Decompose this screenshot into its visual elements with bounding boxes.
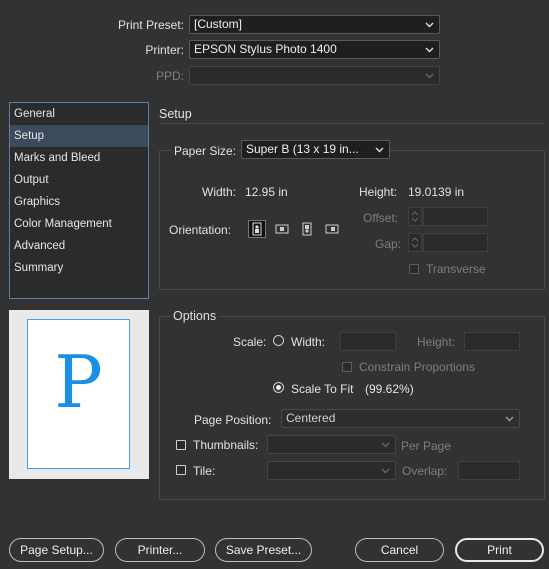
preview-page: P [27,319,130,469]
printer-value: EPSON Stylus Photo 1400 [194,42,337,56]
page-position-select[interactable]: Centered [281,409,520,428]
tile-select [267,461,396,480]
print-preview: P [9,310,149,479]
paper-size-select[interactable]: Super B (13 x 19 in... [241,140,390,159]
scale-height-field [464,332,520,351]
scale-to-fit-radio[interactable] [273,382,284,393]
sidebar-item-summary[interactable]: Summary [10,257,148,279]
gap-label: Gap: [375,237,402,251]
chevron-down-icon [380,436,390,453]
offset-stepper [408,207,422,226]
chevron-down-icon [374,141,384,158]
per-page-label: Per Page [401,439,452,453]
sidebar-item-setup[interactable]: Setup [10,125,148,147]
constrain-proportions-checkbox [342,362,352,372]
print-preset-value: [Custom] [194,17,243,31]
printer-label: Printer: [145,43,184,57]
page-position-value: Centered [286,411,336,425]
scale-width-field [340,332,396,351]
sidebar-item-graphics[interactable]: Graphics [10,191,148,213]
overlap-label: Overlap: [402,464,448,478]
scale-height-label: Height: [417,335,456,349]
transverse-checkbox [409,264,419,274]
sidebar-item-color-management[interactable]: Color Management [10,213,148,235]
cancel-button[interactable]: Cancel [355,538,444,562]
overlap-field [458,461,520,480]
sidebar: General Setup Marks and Bleed Output Gra… [9,102,149,299]
save-preset-button[interactable]: Save Preset... [215,538,312,562]
page-setup-button[interactable]: Page Setup... [9,538,104,562]
chevron-down-icon [424,16,434,33]
tile-label: Tile: [193,464,216,478]
constrain-proportions-label: Constrain Proportions [359,360,476,374]
scale-to-fit-value: (99.62%) [365,382,414,396]
gap-field [423,233,488,252]
options-section-title: Options [170,309,220,323]
paper-size-label: Paper Size: [172,144,239,158]
setup-section-title: Setup [159,107,192,121]
scale-label: Scale: [233,335,267,349]
chevron-down-icon [380,462,390,479]
preview-letter: P [54,340,103,424]
sidebar-item-advanced[interactable]: Advanced [10,235,148,257]
print-preset-select[interactable]: [Custom] [189,15,440,34]
tile-checkbox[interactable] [176,465,186,475]
offset-field [423,207,488,226]
scale-width-label: Width: [291,335,326,349]
gap-stepper [408,233,422,252]
orientation-label: Orientation: [169,223,232,237]
portrait-icon[interactable] [248,220,266,238]
paper-size-value: Super B (13 x 19 in... [246,142,359,156]
sidebar-item-general[interactable]: General [10,103,148,125]
reverse-landscape-icon[interactable] [323,220,341,238]
sidebar-item-marks-and-bleed[interactable]: Marks and Bleed [10,147,148,169]
scale-width-radio[interactable] [273,335,284,346]
chevron-down-icon [424,41,434,58]
ppd-label: PPD: [155,69,184,83]
offset-label: Offset: [363,211,399,225]
print-button[interactable]: Print [455,538,544,562]
thumbnails-checkbox[interactable] [176,440,186,450]
thumbnails-select [267,435,396,454]
scale-to-fit-label: Scale To Fit [291,382,354,396]
chevron-down-icon [504,410,514,427]
print-preset-label: Print Preset: [117,18,184,32]
setup-divider [159,123,544,124]
sidebar-item-output[interactable]: Output [10,169,148,191]
width-label: Width: [202,185,237,199]
reverse-portrait-icon[interactable] [298,220,316,238]
ppd-select [189,66,440,85]
chevron-down-icon [424,67,434,84]
landscape-icon[interactable] [273,220,291,238]
printer-select[interactable]: EPSON Stylus Photo 1400 [189,40,440,59]
transverse-label: Transverse [426,262,486,276]
printer-button[interactable]: Printer... [115,538,205,562]
height-label: Height: [359,185,398,199]
thumbnails-label: Thumbnails: [193,438,259,452]
page-position-label: Page Position: [194,413,272,427]
height-value: 19.0139 in [408,185,465,199]
width-value: 12.95 in [245,185,288,199]
